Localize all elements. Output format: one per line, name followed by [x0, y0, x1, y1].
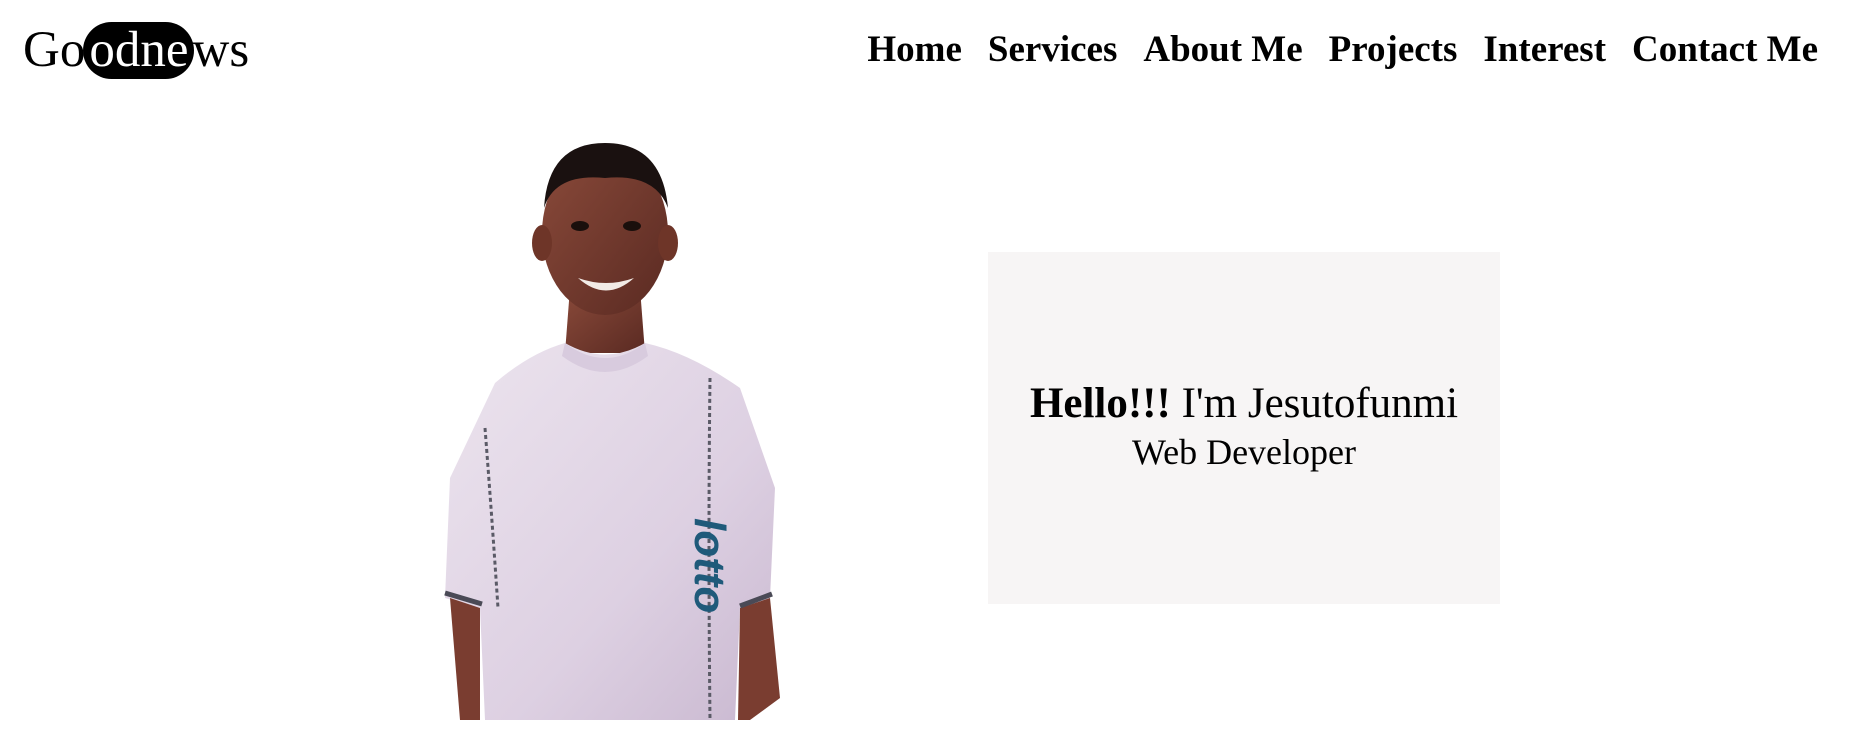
main-nav: Home Services About Me Projects Interest… [867, 28, 1818, 72]
nav-services-link[interactable]: Services [988, 28, 1117, 72]
logo[interactable]: Go odne ws [23, 20, 249, 80]
nav-about-me-link[interactable]: About Me [1143, 28, 1302, 72]
logo-suffix: ws [192, 21, 250, 78]
nav-projects-link[interactable]: Projects [1329, 28, 1458, 72]
nav-home-link[interactable]: Home [867, 28, 962, 72]
profile-photo-illustration: lotto [444, 143, 780, 720]
intro-name-text: I'm Jesutofunmi [1181, 380, 1459, 427]
greeting-text: Hello!!! [1029, 380, 1171, 427]
page: Go odne ws Home Services About Me Projects… [0, 0, 1866, 748]
nav-interest-link[interactable]: Interest [1483, 28, 1606, 72]
role-text: Web Developer [1132, 432, 1356, 472]
intro-card: Hello!!! I'm Jesutofunmi Web Developer [988, 252, 1500, 604]
nav-contact-me-link[interactable]: Contact Me [1632, 28, 1818, 72]
profile-photo: lotto [440, 138, 880, 720]
logo-highlight: odne [83, 21, 195, 79]
intro-headline: Hello!!! I'm Jesutofunmi [988, 378, 1500, 430]
shirt-brand-logo: lotto [685, 518, 734, 613]
logo-prefix: Go [23, 21, 86, 78]
